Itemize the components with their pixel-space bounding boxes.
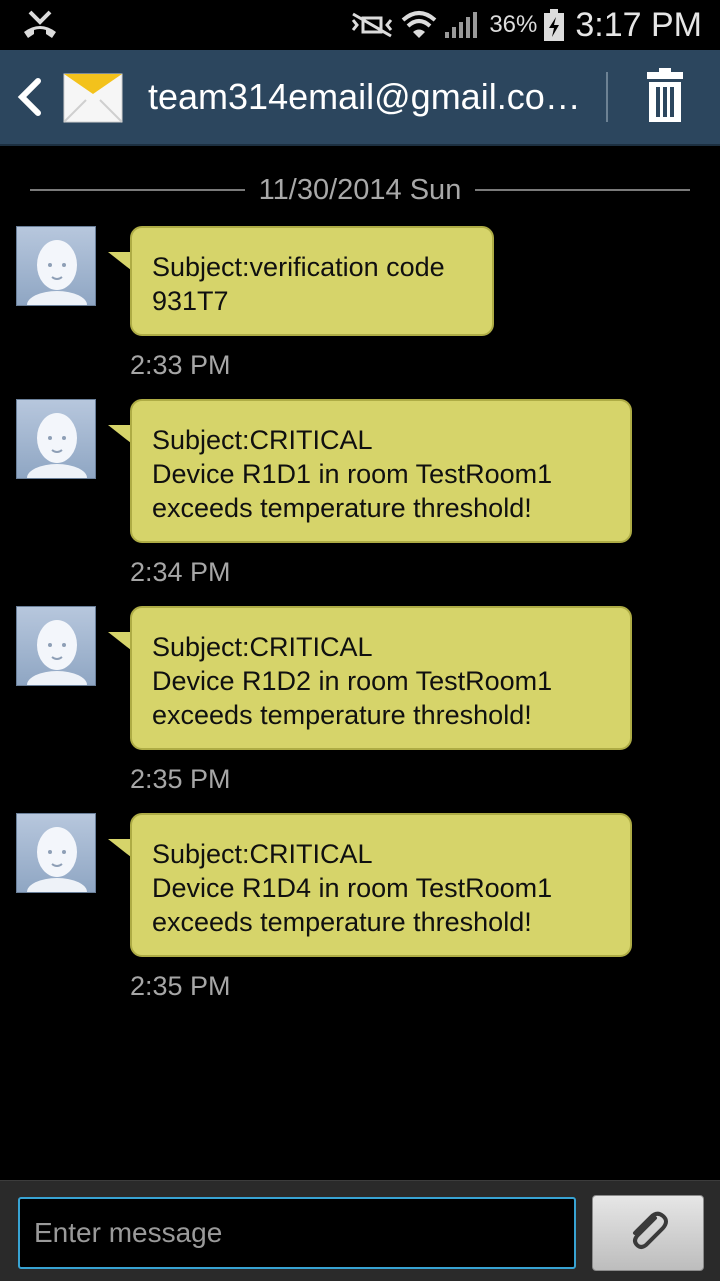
message-time: 2:34 PM [130,557,231,587]
person-icon [27,827,87,892]
email-icon [63,73,123,123]
avatar[interactable] [16,226,96,306]
signal-icon [445,12,478,38]
message-bubble[interactable]: Subject:verification code 931T7 [130,226,494,336]
avatar[interactable] [16,813,96,893]
person-icon [27,240,87,305]
message-line: Subject:CRITICAL [152,632,373,662]
avatar[interactable] [16,606,96,686]
status-bar: 36% 3:17 PM [0,0,720,50]
status-icons: 36% 3:17 PM [343,0,702,50]
message-time: 2:33 PM [130,350,231,380]
message-bubble[interactable]: Subject:CRITICAL Device R1D1 in room Tes… [130,399,632,543]
message-line: 931T7 [152,286,229,316]
message-time: 2:35 PM [130,971,231,1001]
battery-percent: 36% [489,11,538,38]
date-separator-line [30,189,245,191]
person-icon [27,620,87,685]
message-bubble[interactable]: Subject:CRITICAL Device R1D4 in room Tes… [130,813,632,957]
message-input[interactable] [18,1197,576,1269]
message-line: Device R1D1 in room TestRoom1 [152,459,553,489]
message-line: Device R1D2 in room TestRoom1 [152,666,553,696]
date-label: 11/30/2014 Sun [258,173,462,206]
person-icon [27,413,87,478]
message-line: Device R1D4 in room TestRoom1 [152,873,553,903]
trash-icon[interactable] [630,68,700,126]
message-line: exceeds temperature threshold! [152,907,532,937]
message-item[interactable]: Subject:CRITICAL Device R1D4 in room Tes… [0,813,720,1013]
message-line: exceeds temperature threshold! [152,700,532,730]
back-icon[interactable] [14,77,44,117]
message-bubble[interactable]: Subject:CRITICAL Device R1D2 in room Tes… [130,606,632,750]
message-line: exceeds temperature threshold! [152,493,532,523]
date-separator: 11/30/2014 Sun [30,170,690,210]
paperclip-icon [633,1211,668,1249]
clock: 3:17 PM [575,5,702,44]
message-line: Subject:CRITICAL [152,425,373,455]
date-separator-line [475,189,690,191]
battery-charging-icon [544,9,565,41]
contact-title[interactable]: team314email@gmail.co… [148,74,598,120]
message-line: Subject:CRITICAL [152,839,373,869]
action-bar: team314email@gmail.co… [0,50,720,146]
message-item[interactable]: Subject:verification code 931T7 2:33 PM [0,226,720,386]
avatar[interactable] [16,399,96,479]
composer-bar [0,1180,720,1281]
wifi-icon [402,11,437,38]
message-line: Subject:verification code [152,252,445,282]
message-time: 2:35 PM [130,764,231,794]
mute-icon [352,12,393,38]
attach-button[interactable] [592,1195,704,1271]
message-item[interactable]: Subject:CRITICAL Device R1D2 in room Tes… [0,606,720,806]
message-item[interactable]: Subject:CRITICAL Device R1D1 in room Tes… [0,399,720,599]
title-divider [606,72,608,122]
missed-call-icon [24,10,56,38]
